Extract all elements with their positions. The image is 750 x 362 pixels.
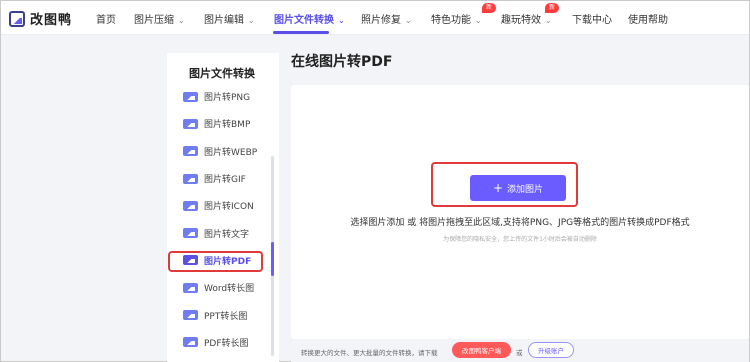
nav-item-edit[interactable]: 图片编辑 ⌄: [204, 11, 255, 26]
highlight-box-add: [431, 162, 578, 207]
ppt-icon: [183, 310, 198, 321]
chevron-down-icon: ⌄: [475, 16, 482, 25]
chevron-down-icon: ⌄: [545, 16, 552, 25]
upload-hint: 选择图片添加 或 将图片拖拽至此区域,支持将PNG、JPG等格式的图片转换成PD…: [350, 218, 690, 228]
sidebar-item-label: 图片转PNG: [204, 93, 251, 104]
nav-label: 首页: [96, 15, 116, 26]
footer-text: 转换更大的文件、更大批量的文件转换，请下载: [301, 349, 438, 357]
nav-item-effects[interactable]: 趣玩特效 ⌄: [501, 11, 552, 26]
nav-label: 下载中心: [572, 15, 612, 26]
sidebar-item-label: 图片转文字: [204, 229, 250, 240]
sidebar-item-webp[interactable]: 图片转WEBP: [167, 138, 279, 165]
sidebar-list: 图片转PNG 图片转BMP 图片转WEBP 图片转GIF 图片转ICON 图片转…: [167, 83, 279, 356]
sidebar-item-label: PPT转长图: [204, 311, 248, 322]
image-icon: [183, 200, 198, 211]
logo-text: 改图鸭: [30, 13, 73, 28]
sidebar-item-png[interactable]: 图片转PNG: [167, 83, 279, 110]
nav-label: 特色功能: [431, 15, 471, 26]
chevron-down-icon: ⌄: [405, 16, 412, 25]
sidebar: 图片文件转换 图片转PNG 图片转BMP 图片转WEBP 图片转GIF 图片转I…: [167, 53, 279, 362]
nav-item-download[interactable]: 下载中心: [572, 11, 612, 26]
logo[interactable]: 改图鸭: [9, 9, 72, 28]
sidebar-item-label: 图片转WEBP: [204, 147, 258, 158]
image-icon: [183, 91, 198, 102]
sidebar-scrollbar[interactable]: [271, 156, 274, 356]
highlight-box-sidebar: [168, 251, 263, 272]
sidebar-item-label: Word转长图: [204, 284, 255, 295]
active-nav-indicator: [273, 31, 329, 34]
nav-label: 图片文件转换: [274, 15, 334, 26]
nav-label: 图片编辑: [204, 15, 244, 26]
nav-item-features[interactable]: 特色功能 ⌄: [431, 11, 482, 26]
chevron-down-icon: ⌄: [338, 16, 345, 25]
chevron-down-icon: ⌄: [178, 16, 185, 25]
sidebar-title: 图片文件转换: [189, 67, 255, 80]
client-download-button[interactable]: 改图鸭客户端: [452, 342, 511, 358]
nav-label: 照片修复: [361, 15, 401, 26]
sidebar-item-gif[interactable]: 图片转GIF: [167, 165, 279, 192]
nav-label: 图片压缩: [134, 15, 174, 26]
nav-item-restore[interactable]: 照片修复 ⌄: [361, 11, 412, 26]
sidebar-scrollbar-thumb[interactable]: [271, 242, 274, 276]
upgrade-account-button[interactable]: 升级账户: [528, 342, 574, 358]
footer-or: 或: [516, 349, 523, 357]
sidebar-item-text[interactable]: 图片转文字: [167, 219, 279, 246]
chevron-down-icon: ⌄: [248, 16, 255, 25]
sidebar-item-word-long[interactable]: Word转长图: [167, 274, 279, 301]
page-title: 在线图片转PDF: [291, 54, 393, 70]
nav-label: 使用帮助: [628, 15, 668, 26]
nav-item-help[interactable]: 使用帮助: [628, 11, 668, 26]
sidebar-item-pdf-long[interactable]: PDF转长图: [167, 329, 279, 356]
logo-icon: [9, 10, 25, 27]
sidebar-item-label: PDF转长图: [204, 338, 249, 349]
nav-label: 趣玩特效: [501, 15, 541, 26]
new-badge: 新: [545, 3, 560, 13]
sidebar-item-icon[interactable]: 图片转ICON: [167, 192, 279, 219]
upload-drop-area[interactable]: [291, 85, 749, 339]
sidebar-item-label: 图片转ICON: [204, 202, 254, 213]
nav-item-convert[interactable]: 图片文件转换 ⌄: [274, 11, 345, 26]
new-badge: 新: [482, 3, 497, 13]
image-icon: [183, 228, 198, 239]
sidebar-item-bmp[interactable]: 图片转BMP: [167, 110, 279, 137]
image-icon: [183, 173, 198, 184]
sidebar-item-label: 图片转BMP: [204, 120, 251, 131]
nav-item-compress[interactable]: 图片压缩 ⌄: [134, 11, 185, 26]
nav-item-home[interactable]: 首页: [96, 11, 116, 26]
privacy-note: 为保障您的隐私安全，您上传的文件1小时后会被自动删除: [443, 236, 597, 243]
word-icon: [183, 282, 198, 293]
sidebar-item-label: 图片转GIF: [204, 175, 246, 186]
image-icon: [183, 146, 198, 157]
pdf-icon: [183, 337, 198, 348]
sidebar-item-ppt-long[interactable]: PPT转长图: [167, 301, 279, 328]
top-nav: 改图鸭 首页 图片压缩 ⌄ 图片编辑 ⌄ 图片文件转换 ⌄ 照片修复 ⌄ 特色功能 ⌄ 新…: [1, 1, 749, 35]
image-icon: [183, 118, 198, 129]
